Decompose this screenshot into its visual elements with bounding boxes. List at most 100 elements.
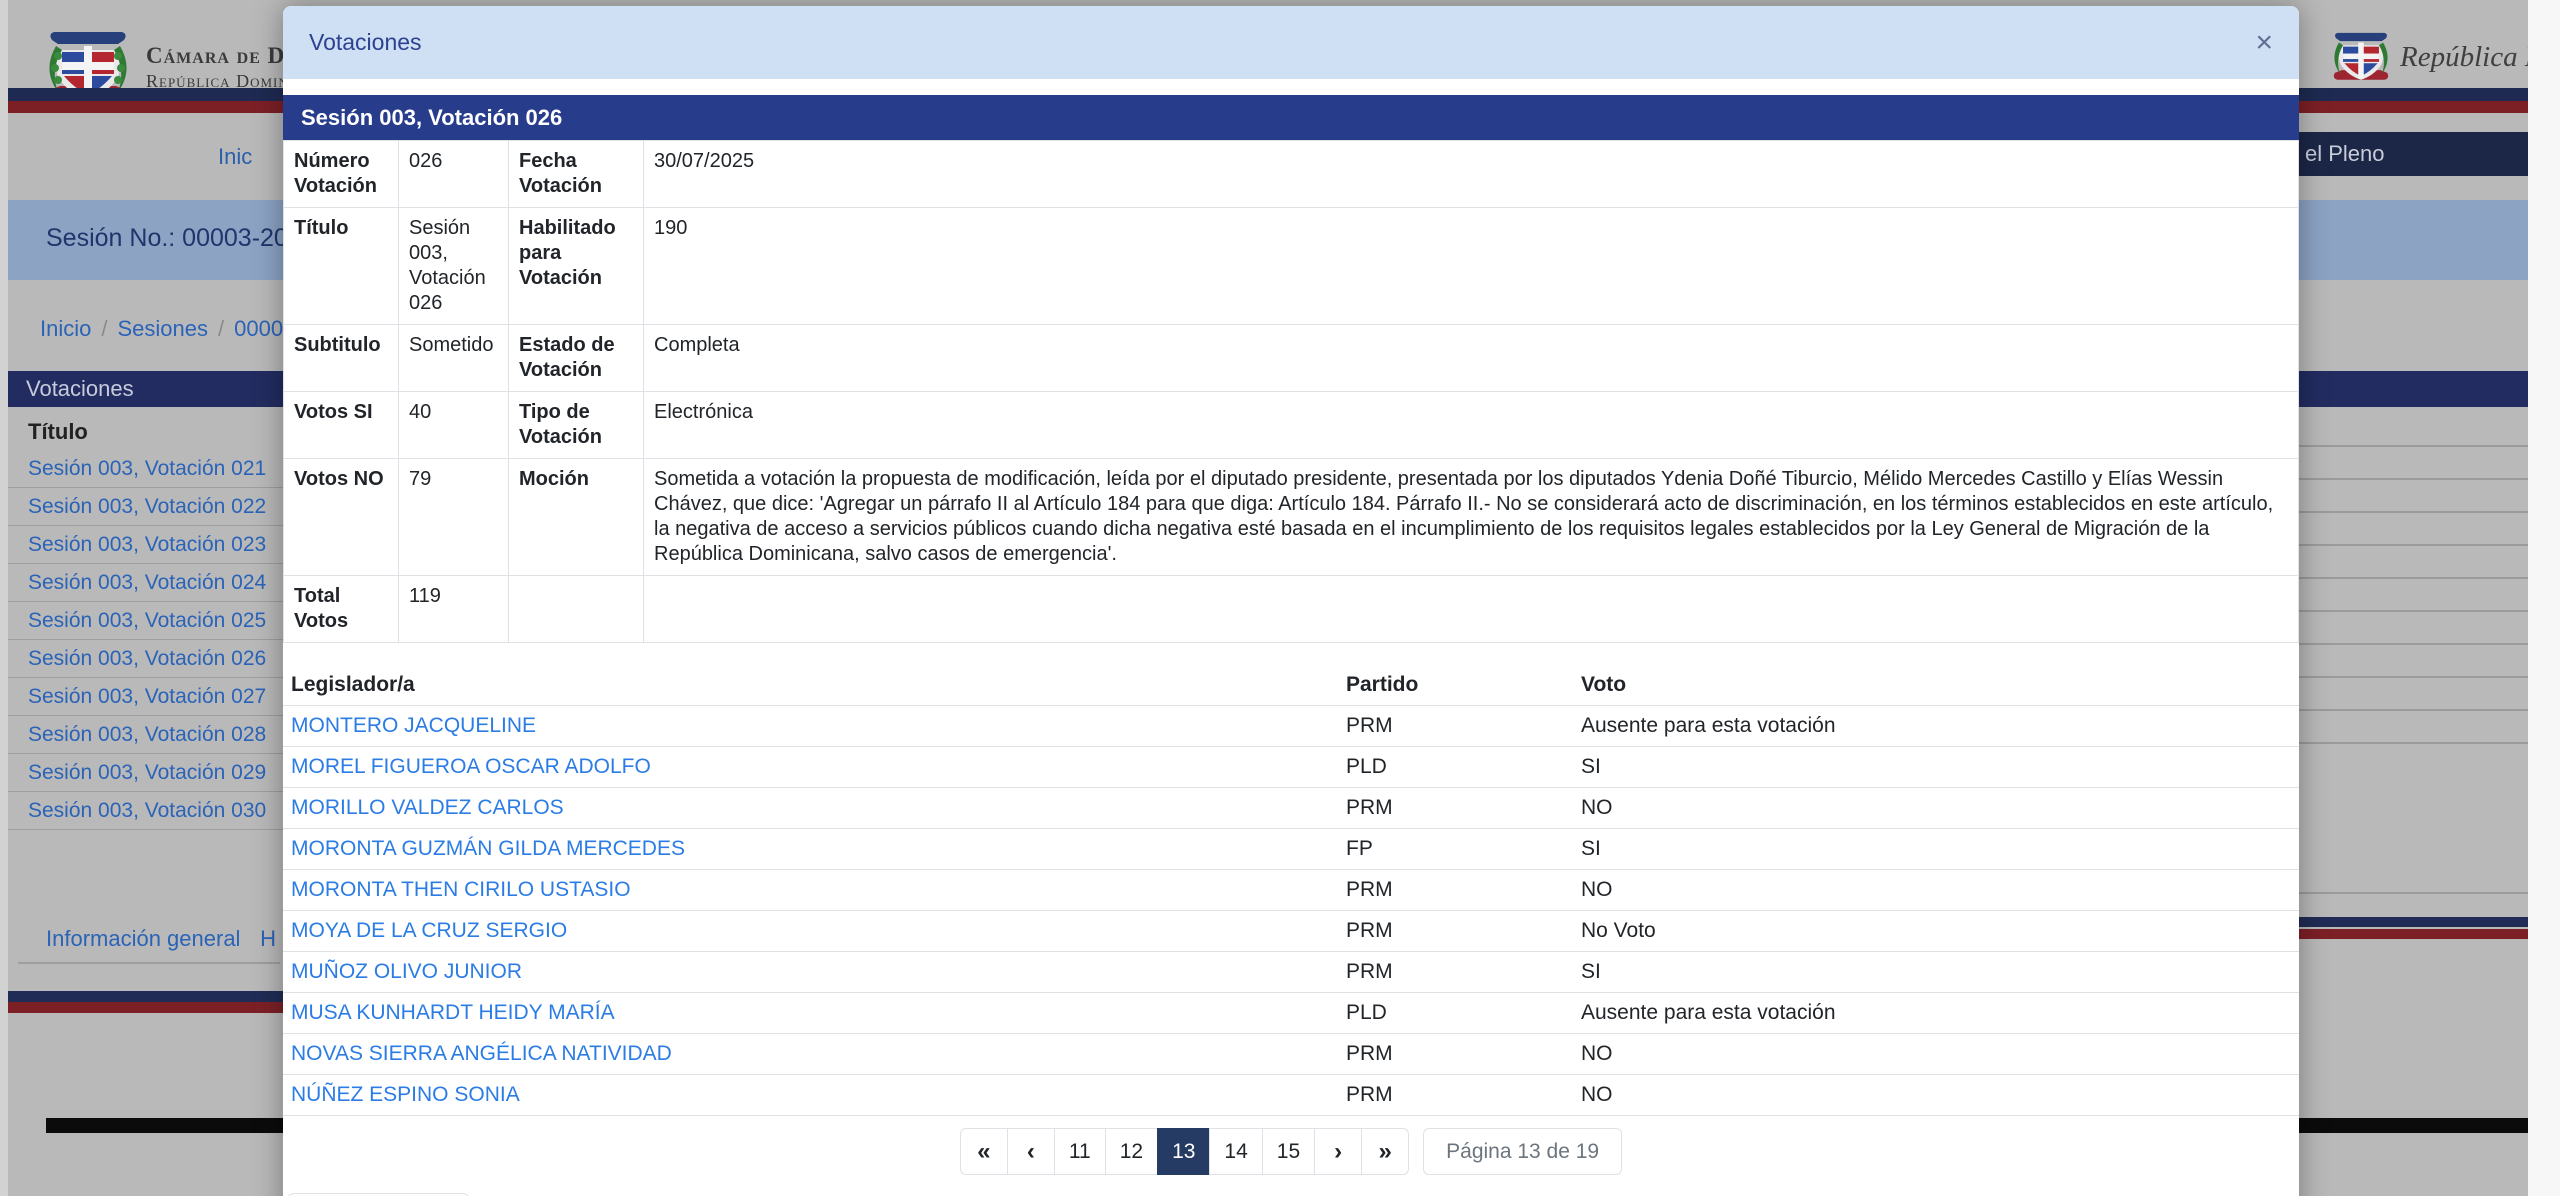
- vote-cell: NO: [1573, 1075, 2299, 1116]
- legislator-link[interactable]: MOYA DE LA CRUZ SERGIO: [291, 919, 567, 942]
- table-row: Votos SI 40 Tipo de Votación Electrónica: [284, 392, 2299, 459]
- table-row: NOVAS SIERRA ANGÉLICA NATIVIDAD PRM NO: [283, 1034, 2299, 1075]
- party-cell: PRM: [1338, 1075, 1573, 1116]
- list-item[interactable]: Sesión 003, Votación 024: [8, 564, 283, 602]
- page-button-15[interactable]: 15: [1262, 1128, 1315, 1175]
- page-button-11[interactable]: 11: [1054, 1128, 1106, 1175]
- list-item[interactable]: Sesión 003, Votación 025: [8, 602, 283, 640]
- table-row: MOREL FIGUEROA OSCAR ADOLFO PLD SI: [283, 747, 2299, 788]
- legislator-link[interactable]: NÚÑEZ ESPINO SONIA: [291, 1083, 520, 1106]
- party-cell: PRM: [1338, 870, 1573, 911]
- page-button-13-active[interactable]: 13: [1157, 1128, 1210, 1175]
- nav-item-sesiones-del-pleno[interactable]: el Pleno: [2299, 132, 2528, 176]
- legislator-link[interactable]: MUSA KUNHARDT HEIDY MARÍA: [291, 1001, 615, 1024]
- votaciones-modal: Votaciones × Sesión 003, Votación 026 Nú…: [283, 6, 2299, 1196]
- party-cell: PRM: [1338, 952, 1573, 993]
- column-header-legislador: Legislador/a: [283, 665, 1338, 706]
- sidebar-column-header: Título: [28, 419, 88, 445]
- list-item[interactable]: Sesión 003, Votación 030: [8, 792, 283, 830]
- column-header-partido: Partido: [1338, 665, 1573, 706]
- legislator-link[interactable]: MOREL FIGUEROA OSCAR ADOLFO: [291, 755, 651, 778]
- table-row: MORILLO VALDEZ CARLOS PRM NO: [283, 788, 2299, 829]
- detail-label: Estado de Votación: [509, 325, 644, 392]
- nav-item-inicio[interactable]: Inic: [218, 144, 252, 170]
- detail-label: Subtitulo: [284, 325, 399, 392]
- vote-cell: SI: [1573, 829, 2299, 870]
- detail-label: Habilitado para Votación: [509, 208, 644, 325]
- party-cell: PRM: [1338, 1034, 1573, 1075]
- row-divider: [2299, 643, 2528, 645]
- page-button-12[interactable]: 12: [1105, 1128, 1158, 1175]
- detail-value: 026: [399, 141, 509, 208]
- row-divider: [2299, 478, 2528, 480]
- page-edge-right[interactable]: [2528, 0, 2560, 1196]
- list-item[interactable]: Sesión 003, Votación 022: [8, 488, 283, 526]
- list-item[interactable]: Sesión 003, Votación 028: [8, 716, 283, 754]
- legislator-link[interactable]: MORILLO VALDEZ CARLOS: [291, 796, 564, 819]
- table-row: Número Votación 026 Fecha Votación 30/07…: [284, 141, 2299, 208]
- breadcrumb-inicio[interactable]: Inicio: [40, 316, 91, 341]
- list-item[interactable]: Sesión 003, Votación 021: [8, 450, 283, 488]
- detail-value: Sesión 003, Votación 026: [399, 208, 509, 325]
- next-page-button[interactable]: ›: [1314, 1128, 1362, 1175]
- party-cell: PRM: [1338, 788, 1573, 829]
- list-item[interactable]: Sesión 003, Votación 023: [8, 526, 283, 564]
- vote-cell: SI: [1573, 747, 2299, 788]
- detail-label: Total Votos: [284, 576, 399, 643]
- session-banner-title: Sesión No.: 00003-2025: [46, 224, 316, 253]
- close-icon[interactable]: ×: [2255, 28, 2273, 58]
- detail-value: Electrónica: [644, 392, 2299, 459]
- table-row: Total Votos 119: [284, 576, 2299, 643]
- vote-cell: NO: [1573, 788, 2299, 829]
- detail-label: [509, 576, 644, 643]
- vote-cell: SI: [1573, 952, 2299, 993]
- row-divider: [2299, 610, 2528, 612]
- modal-body: Sesión 003, Votación 026 Número Votación…: [283, 79, 2299, 1196]
- list-item[interactable]: Sesión 003, Votación 029: [8, 754, 283, 792]
- detail-label: Moción: [509, 459, 644, 576]
- last-page-button[interactable]: »: [1361, 1128, 1409, 1175]
- table-header-row: Legislador/a Partido Voto: [283, 665, 2299, 706]
- footer-red-stripe: [8, 1002, 283, 1013]
- breadcrumb: Inicio/Sesiones/0000: [40, 316, 283, 342]
- footer-navy-stripe: [8, 991, 283, 1002]
- vote-cell: NO: [1573, 870, 2299, 911]
- divider: [18, 962, 280, 964]
- table-row: MORONTA THEN CIRILO USTASIO PRM NO: [283, 870, 2299, 911]
- table-row: Título Sesión 003, Votación 026 Habilita…: [284, 208, 2299, 325]
- list-item[interactable]: Sesión 003, Votación 026: [8, 640, 283, 678]
- page-info: Página 13 de 19: [1423, 1128, 1622, 1175]
- detail-label: Número Votación: [284, 141, 399, 208]
- table-row: MUÑOZ OLIVO JUNIOR PRM SI: [283, 952, 2299, 993]
- legislator-link[interactable]: MORONTA THEN CIRILO USTASIO: [291, 878, 631, 901]
- tab-historial[interactable]: H: [260, 926, 276, 952]
- coat-of-arms-icon: [2332, 24, 2390, 90]
- legislator-link[interactable]: NOVAS SIERRA ANGÉLICA NATIVIDAD: [291, 1042, 672, 1065]
- brand-right: República Dominicana: [2332, 24, 2560, 90]
- pagination-group: « ‹ 11 12 13 14 15 › »: [960, 1128, 1409, 1175]
- list-item[interactable]: Sesión 003, Votación 027: [8, 678, 283, 716]
- vote-cell: Ausente para esta votación: [1573, 993, 2299, 1034]
- table-row: Votos NO 79 Moción Sometida a votación l…: [284, 459, 2299, 576]
- party-cell: FP: [1338, 829, 1573, 870]
- first-page-button[interactable]: «: [960, 1128, 1008, 1175]
- tab-informacion-general[interactable]: Información general: [46, 926, 240, 952]
- prev-page-button[interactable]: ‹: [1007, 1128, 1055, 1175]
- bottom-tab-links: Información general H: [46, 926, 276, 952]
- table-row: NÚÑEZ ESPINO SONIA PRM NO: [283, 1075, 2299, 1116]
- modal-title: Votaciones: [309, 29, 422, 56]
- breadcrumb-sesiones[interactable]: Sesiones: [117, 316, 208, 341]
- detail-value: 190: [644, 208, 2299, 325]
- detail-value: 40: [399, 392, 509, 459]
- detail-value: Completa: [644, 325, 2299, 392]
- vote-section-title: Sesión 003, Votación 026: [283, 95, 2299, 140]
- legislator-link[interactable]: MUÑOZ OLIVO JUNIOR: [291, 960, 522, 983]
- legislator-link[interactable]: MORONTA GUZMÁN GILDA MERCEDES: [291, 837, 685, 860]
- page-button-14[interactable]: 14: [1209, 1128, 1262, 1175]
- legislator-link[interactable]: MONTERO JACQUELINE: [291, 714, 536, 737]
- party-cell: PRM: [1338, 911, 1573, 952]
- row-divider: [2299, 544, 2528, 546]
- vote-cell: NO: [1573, 1034, 2299, 1075]
- breadcrumb-session-number[interactable]: 0000: [234, 316, 283, 341]
- vote-cell: Ausente para esta votación: [1573, 706, 2299, 747]
